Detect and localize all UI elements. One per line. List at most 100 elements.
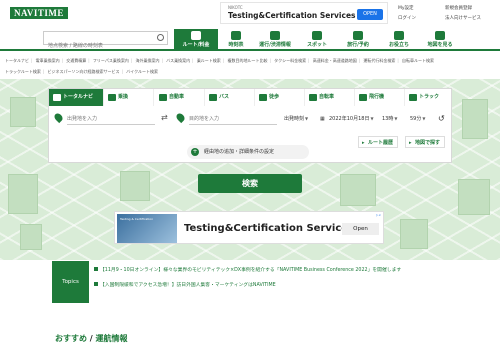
- service-link[interactable]: バイクルート検索: [126, 69, 158, 74]
- swap-icon[interactable]: ⇄: [161, 113, 168, 122]
- mode-tab-label: 乗換: [118, 94, 129, 100]
- car-icon: [159, 94, 167, 101]
- date-value: 2022年10月18日: [329, 116, 370, 122]
- bus-icon: [209, 94, 217, 101]
- walk-icon: [259, 94, 267, 101]
- nav-tab-spot[interactable]: スポット: [295, 29, 339, 51]
- nav-tab-label: 運行/渋滞情報: [259, 42, 291, 48]
- service-link[interactable]: 電車乗換案内: [36, 58, 60, 63]
- recommend-heading: おすすめ: [55, 334, 87, 343]
- service-link[interactable]: タクシー料金検索: [274, 58, 306, 63]
- business-link[interactable]: 法人向けサービス: [445, 15, 481, 21]
- via-options-button[interactable]: + 経由地の追加・詳細条件の設定: [187, 145, 309, 159]
- heading-separator: /: [87, 334, 96, 343]
- route-icon: [191, 31, 201, 40]
- minute-select[interactable]: 59分▼: [410, 113, 425, 125]
- ad-title[interactable]: Testing&Certification Services: [228, 11, 356, 20]
- minute-value: 59分: [410, 116, 422, 122]
- origin-pin-icon: [52, 111, 65, 124]
- mode-tab-label: トータルナビ: [63, 94, 94, 100]
- ad-thumb-text: Testing & Certification: [120, 217, 154, 221]
- mode-tab-bus[interactable]: バス: [205, 89, 255, 106]
- origin-input[interactable]: [67, 113, 155, 125]
- service-link[interactable]: フリーパス乗換案内: [93, 58, 129, 63]
- service-link[interactable]: バス乗換案内: [166, 58, 190, 63]
- building: [340, 174, 376, 206]
- ad-choices-icon[interactable]: ▷×: [376, 213, 381, 217]
- mode-tab-truck[interactable]: トラック: [405, 89, 451, 106]
- service-link[interactable]: 海外乗換案内: [136, 58, 160, 63]
- calendar-icon[interactable]: ▦: [320, 113, 325, 125]
- service-link[interactable]: トラックルート検索: [5, 69, 41, 74]
- ad-banner-title[interactable]: Testing&Certification Services: [184, 223, 354, 234]
- building: [120, 171, 150, 201]
- mode-tab-total-navi[interactable]: トータルナビ: [49, 89, 104, 106]
- nav-tab-travel[interactable]: 旅行/予約: [336, 29, 380, 51]
- nav-tab-useful[interactable]: お役立ち: [377, 29, 421, 51]
- login-link[interactable]: ログイン: [398, 15, 416, 21]
- nav-tab-timetable[interactable]: 時刻表: [214, 29, 258, 51]
- nav-tab-traffic[interactable]: 運行/渋滞情報: [253, 29, 297, 51]
- section-heading: おすすめ / 運航情報: [55, 333, 128, 344]
- hour-value: 13時: [382, 116, 394, 122]
- chevron-down-icon: ▼: [370, 116, 374, 121]
- service-link[interactable]: ビジネスパーソン向け経路検索サービス: [48, 69, 120, 74]
- search-input[interactable]: [44, 40, 154, 52]
- date-select[interactable]: 2022年10月18日▼: [329, 113, 374, 125]
- search-button[interactable]: 検索: [198, 174, 302, 193]
- site-search[interactable]: [43, 31, 168, 52]
- service-link[interactable]: 乗ルート検索: [197, 58, 221, 63]
- building: [20, 224, 42, 250]
- map-icon: [435, 31, 445, 40]
- destination-input[interactable]: [189, 113, 277, 125]
- nav-tab-label: ルート/料金: [182, 42, 210, 48]
- service-links: トータルナビ | 電車乗換案内 | 交通費精算 | フリーパス乗換案内 | 海外乗換案内…: [5, 58, 435, 74]
- mode-tab-walk[interactable]: 徒歩: [255, 89, 305, 106]
- route-history-button[interactable]: ルート履歴: [358, 136, 399, 149]
- building: [462, 99, 488, 139]
- my-settings-link[interactable]: My設定: [398, 5, 414, 11]
- mode-tab-label: 自動車: [169, 94, 185, 100]
- ad-banner-open-button[interactable]: Open: [342, 223, 379, 235]
- chevron-down-icon: ▼: [394, 116, 398, 121]
- mode-tab-train[interactable]: 乗換: [104, 89, 154, 106]
- service-link[interactable]: 交通費精算: [66, 58, 86, 63]
- ad-banner[interactable]: Testing & Certification Testing&Certific…: [114, 211, 384, 244]
- mode-tab-car[interactable]: 自動車: [155, 89, 205, 106]
- topics-label: Topics: [52, 261, 89, 303]
- topic-link[interactable]: 【入国制限緩和でアクセス急増！】訪日外国人集客・マーケティングはNAVITIME: [94, 281, 276, 291]
- mode-tab-label: バス: [219, 94, 230, 100]
- topic-link[interactable]: 【11月9・10日オンライン】様々な業界のモビリティテック×DX事例を紹介する「…: [94, 266, 401, 276]
- navitime-logo[interactable]: NAVITIME: [10, 7, 68, 19]
- mode-tab-bicycle[interactable]: 自転車: [305, 89, 355, 106]
- service-link[interactable]: トータルナビ: [5, 58, 29, 63]
- mode-tab-label: 飛行機: [369, 94, 385, 100]
- service-link[interactable]: 運転代行料金検索: [363, 58, 395, 63]
- map-search-button[interactable]: 地図で探す: [405, 136, 446, 149]
- nav-tab-label: お役立ち: [388, 42, 409, 48]
- chevron-down-icon: ▼: [422, 116, 426, 121]
- mode-tab-label: 徒歩: [269, 94, 280, 100]
- airplane-icon: [359, 94, 367, 101]
- nav-tab-map[interactable]: 地図を見る: [418, 29, 462, 51]
- search-icon[interactable]: [157, 34, 164, 41]
- nav-tab-label: 地図を見る: [427, 42, 453, 48]
- nav-tab-route[interactable]: ルート/料金: [174, 29, 218, 51]
- ad-open-button[interactable]: OPEN: [357, 9, 383, 20]
- service-link[interactable]: 自転車ルート検索: [402, 58, 434, 63]
- nav-tab-label: スポット: [306, 42, 327, 48]
- history-clock-icon[interactable]: ↺: [438, 113, 445, 125]
- building: [400, 219, 428, 249]
- total-navi-icon: [53, 94, 61, 101]
- time-mode-select[interactable]: 出発時刻▼: [284, 113, 308, 125]
- mode-tab-label: 自転車: [319, 94, 335, 100]
- plus-icon: +: [191, 148, 199, 156]
- timetable-icon: [231, 31, 241, 40]
- service-link[interactable]: 複数目的地ルート比較: [227, 58, 267, 63]
- useful-icon: [394, 31, 404, 40]
- service-link[interactable]: 高速料金・高速道路地図: [313, 58, 357, 63]
- hour-select[interactable]: 13時▼: [382, 113, 397, 125]
- register-link[interactable]: 新規会員登録: [445, 5, 472, 11]
- mode-tab-airplane[interactable]: 飛行機: [355, 89, 405, 106]
- top-ad[interactable]: NIKOTC Testing&Certification Services OP…: [220, 2, 388, 24]
